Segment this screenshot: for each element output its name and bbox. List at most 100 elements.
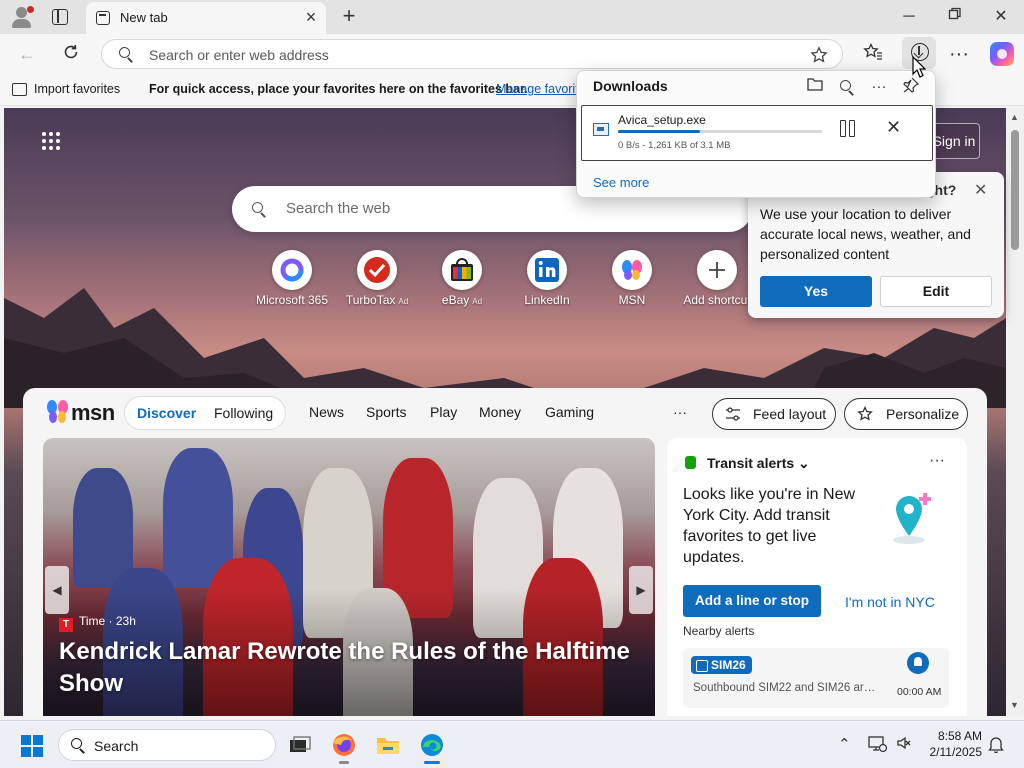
transit-more-icon[interactable]: ···	[929, 452, 945, 470]
shortcut-add[interactable]: Add shortcut	[675, 250, 759, 314]
refresh-icon	[64, 45, 78, 59]
download-filename: Avica_setup.exe	[618, 113, 706, 127]
nav-money[interactable]: Money	[479, 404, 521, 420]
notifications-bell-icon[interactable]	[988, 735, 1004, 757]
plus-icon	[709, 262, 725, 278]
transit-alerts-card: Transit alerts ⌄ ··· Looks like you're i…	[667, 438, 967, 716]
shortcut-label: LinkedIn	[524, 293, 570, 307]
hero-article-card[interactable]: ◀ ▶ T Time · 23h Kendrick Lamar Rewrote t…	[43, 438, 655, 716]
hero-prev-arrow-icon[interactable]: ◀	[45, 566, 69, 614]
transit-body: Looks like you're in New York City. Add …	[683, 486, 856, 566]
nav-play[interactable]: Play	[430, 404, 457, 420]
tab-close-icon[interactable]: ×	[302, 8, 320, 26]
transit-header[interactable]: Transit alerts ⌄	[707, 455, 810, 472]
scroll-thumb[interactable]	[1011, 130, 1019, 250]
shortcut-turbotax[interactable]: TurboTax Ad	[335, 250, 419, 314]
tab-new-tab[interactable]: New tab ×	[86, 2, 326, 34]
see-more-link[interactable]: See more	[593, 175, 649, 190]
sparkle-star-icon	[857, 406, 873, 421]
nav-more-icon[interactable]: ···	[673, 404, 687, 420]
windows-start-icon[interactable]	[21, 735, 43, 757]
web-search-placeholder: Search the web	[286, 200, 391, 217]
open-downloads-folder-icon[interactable]	[805, 77, 825, 97]
volume-muted-icon[interactable]	[896, 735, 912, 755]
msn-butterfly-icon	[622, 260, 642, 280]
taskbar-search-icon	[71, 738, 85, 754]
scroll-up-icon[interactable]: ▲	[1010, 112, 1019, 122]
show-hidden-icons-chevron-icon[interactable]: ⌃	[838, 735, 851, 753]
add-line-or-stop-button[interactable]: Add a line or stop	[683, 585, 821, 617]
location-edit-button[interactable]: Edit	[880, 276, 992, 307]
address-bar[interactable]: Search or enter web address	[101, 39, 843, 69]
cancel-download-icon[interactable]: ✕	[886, 117, 901, 138]
scroll-down-icon[interactable]: ▼	[1010, 700, 1019, 710]
tab-following[interactable]: Following	[214, 405, 273, 421]
tab-title: New tab	[120, 10, 168, 25]
tab-actions-icon[interactable]	[52, 9, 68, 25]
profile-button[interactable]	[10, 6, 34, 28]
tab-discover[interactable]: Discover	[137, 405, 196, 421]
shortcut-ebay[interactable]: eBay Ad	[420, 250, 504, 314]
edge-icon[interactable]	[418, 731, 446, 764]
manage-favorites-link[interactable]: Manage favorites now	[496, 82, 576, 96]
restore-button[interactable]	[940, 6, 970, 28]
firefox-icon[interactable]	[330, 731, 358, 764]
nav-sports[interactable]: Sports	[366, 404, 406, 420]
download-progress-fill	[618, 130, 700, 133]
hero-source: T Time · 23h	[59, 614, 136, 632]
taskbar-search-box[interactable]: Search	[58, 729, 276, 761]
ebay-icon	[451, 258, 473, 281]
location-yes-button[interactable]: Yes	[760, 276, 872, 307]
downloads-more-icon[interactable]: ···	[869, 77, 889, 97]
nav-news[interactable]: News	[309, 404, 344, 420]
copilot-icon[interactable]	[990, 42, 1014, 66]
settings-more-button[interactable]: ···	[948, 43, 970, 65]
network-icon[interactable]	[868, 735, 888, 757]
nav-gaming[interactable]: Gaming	[545, 404, 594, 420]
pin-flyout-icon[interactable]	[901, 77, 921, 97]
profile-avatar-icon	[16, 7, 27, 18]
shortcut-linkedin[interactable]: LinkedIn	[505, 250, 589, 314]
pause-icon[interactable]	[840, 120, 856, 137]
apps-launcher-icon[interactable]	[42, 132, 62, 152]
search-icon	[119, 47, 133, 63]
ad-tag: Ad	[472, 297, 483, 306]
shortcut-msn[interactable]: MSN	[590, 250, 674, 314]
add-favorite-star-icon[interactable]	[810, 46, 828, 64]
file-explorer-icon[interactable]	[374, 731, 402, 759]
favorites-button[interactable]	[862, 42, 884, 65]
location-prompt-text: We use your location to deliver accurate…	[760, 206, 971, 262]
shortcut-microsoft-365[interactable]: Microsoft 365	[250, 250, 334, 314]
system-clock[interactable]: 8:58 AM 2/11/2025	[926, 728, 983, 760]
hero-headline[interactable]: Kendrick Lamar Rewrote the Rules of the …	[59, 636, 639, 700]
new-tab-button[interactable]: +	[338, 5, 360, 28]
mouse-cursor-icon	[912, 56, 926, 78]
close-window-button[interactable]: ✕	[986, 6, 1016, 28]
download-progress-bar	[618, 130, 822, 133]
hero-source-text: Time · 23h	[79, 614, 136, 628]
feed-layout-button[interactable]: Feed layout	[712, 398, 836, 430]
back-button[interactable]: ←	[16, 43, 38, 65]
transit-bus-icon	[685, 456, 696, 469]
location-pin-icon	[893, 493, 931, 544]
location-prompt-close-icon[interactable]: ✕	[974, 180, 987, 200]
download-item[interactable]: Avica_setup.exe 0 B/s - 1,261 KB of 3.1 …	[581, 105, 933, 161]
personalize-button[interactable]: Personalize	[844, 398, 968, 430]
import-favorites-icon	[12, 83, 27, 96]
import-favorites-link[interactable]: Import favorites	[34, 82, 120, 96]
personalize-label: Personalize	[886, 406, 960, 422]
favorites-bar-message: For quick access, place your favorites h…	[149, 82, 528, 96]
page-scrollbar[interactable]: ▲ ▼	[1006, 108, 1024, 716]
task-view-icon[interactable]	[286, 731, 314, 759]
refresh-button[interactable]	[60, 43, 82, 65]
hero-next-arrow-icon[interactable]: ▶	[629, 566, 653, 614]
msn-logo-text: msn	[71, 400, 115, 425]
search-downloads-icon[interactable]	[837, 77, 857, 97]
clock-date: 2/11/2025	[929, 745, 983, 759]
nearby-alerts-label: Nearby alerts	[683, 624, 755, 638]
minimize-button[interactable]: ─	[894, 6, 924, 28]
msn-feed: msn Discover Following News Sports Play …	[23, 388, 987, 716]
not-in-nyc-link[interactable]: I'm not in NYC	[845, 594, 935, 610]
shortcut-label: Add shortcut	[683, 293, 751, 307]
transit-alert-item[interactable]: SIM26 Southbound SIM22 and SIM26 ar… 00:…	[683, 648, 949, 708]
